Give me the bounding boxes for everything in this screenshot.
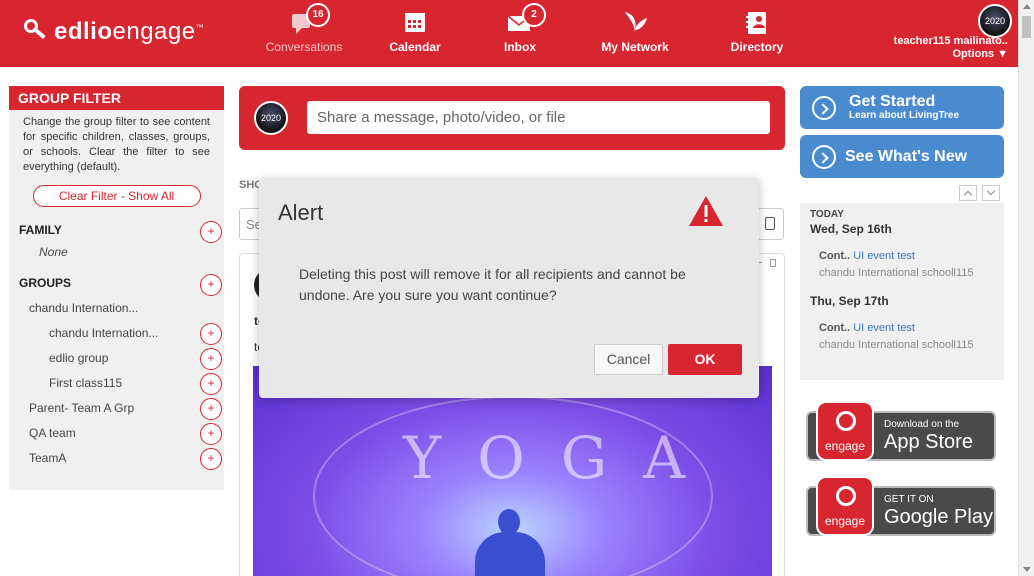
edlio-engage-logo[interactable]: edlioengage™ bbox=[22, 18, 204, 46]
conversations-badge: 16 bbox=[306, 3, 330, 27]
group-item[interactable]: chandu Internation... bbox=[49, 326, 158, 340]
event-date: Wed, Sep 16th bbox=[810, 222, 892, 236]
page-scrollbar[interactable] bbox=[1018, 0, 1034, 576]
cancel-button[interactable]: Cancel bbox=[594, 344, 663, 375]
document-icon[interactable] bbox=[765, 217, 775, 230]
whats-new-title: See What's New bbox=[845, 148, 968, 165]
options-dropdown[interactable]: Options ▼ bbox=[953, 48, 1009, 60]
logo-mark-icon bbox=[22, 19, 48, 45]
groups-section-title: GROUPS bbox=[19, 276, 72, 290]
nav-inbox[interactable]: 2 Inbox bbox=[465, 3, 575, 54]
group-item[interactable]: chandu Internation... bbox=[29, 301, 138, 315]
add-group-button[interactable]: + bbox=[200, 323, 222, 345]
share-composer: 2020 Share a message, photo/video, or fi… bbox=[239, 86, 998, 150]
address-book-icon bbox=[741, 8, 773, 36]
upcoming-events-panel: TODAY Wed, Sep 16th Cont.. UI event test… bbox=[800, 203, 1004, 380]
calendar-icon bbox=[399, 8, 431, 36]
group-item[interactable]: Parent- Team A Grp bbox=[29, 401, 134, 415]
arrow-circle-icon bbox=[812, 96, 836, 120]
event-title-link[interactable]: UI event test bbox=[853, 250, 915, 262]
user-avatar[interactable]: 2020 bbox=[978, 4, 1012, 38]
add-groups-button[interactable]: + bbox=[200, 274, 222, 296]
alert-title: Alert bbox=[278, 200, 324, 225]
whats-new-button[interactable]: See What's New bbox=[800, 135, 1004, 178]
group-item[interactable]: QA team bbox=[29, 426, 76, 440]
warning-triangle-icon bbox=[689, 196, 723, 226]
nav-my-network[interactable]: My Network bbox=[580, 8, 690, 54]
scrollbar-thumb[interactable] bbox=[1022, 16, 1031, 38]
top-navigation-bar: edlioengage™ 16 Conversations Calendar 2… bbox=[0, 0, 1018, 67]
user-name: teacher115 mailinato.. bbox=[893, 35, 1008, 47]
event-prefix: Cont.. bbox=[819, 250, 851, 262]
clear-filter-button[interactable]: Clear Filter - Show All bbox=[32, 185, 201, 207]
post-pin-icon[interactable] bbox=[770, 259, 776, 267]
nav-label: Inbox bbox=[504, 40, 536, 54]
scroll-up-arrow-icon[interactable] bbox=[1023, 4, 1031, 9]
events-next-button[interactable] bbox=[982, 185, 1000, 201]
add-group-button[interactable]: + bbox=[200, 373, 222, 395]
group-item[interactable]: TeamA bbox=[29, 451, 66, 465]
today-label: TODAY bbox=[810, 209, 844, 220]
group-item[interactable]: First class115 bbox=[49, 376, 122, 390]
get-started-button[interactable]: Get Started Learn about LivingTree bbox=[800, 86, 1004, 129]
add-group-button[interactable]: + bbox=[200, 448, 222, 470]
google-play-line1: GET IT ON bbox=[884, 494, 934, 505]
scroll-down-arrow-icon[interactable] bbox=[1023, 567, 1031, 572]
alert-dialog: Alert Deleting this post will remove it … bbox=[259, 178, 759, 398]
app-store-line1: Download on the bbox=[884, 419, 960, 430]
events-prev-button[interactable] bbox=[959, 185, 977, 201]
logo-text: edlioengage™ bbox=[54, 18, 205, 45]
group-filter-panel: GROUP FILTER Change the group filter to … bbox=[9, 86, 224, 490]
leaf-icon bbox=[619, 8, 651, 36]
share-message-input[interactable]: Share a message, photo/video, or file bbox=[307, 101, 770, 134]
nav-label: Calendar bbox=[389, 40, 441, 54]
nav-label: Conversations bbox=[265, 40, 343, 54]
nav-label: My Network bbox=[601, 40, 669, 54]
google-play-line2: Google Play bbox=[884, 506, 993, 528]
app-store-badge[interactable]: engage Download on the App Store bbox=[806, 401, 996, 461]
event-school: chandu International schooll115 bbox=[819, 267, 974, 279]
event-prefix: Cont.. bbox=[819, 322, 851, 334]
add-group-button[interactable]: + bbox=[200, 398, 222, 420]
group-filter-description: Change the group filter to see content f… bbox=[23, 116, 210, 173]
image-yoga-text: YOGA bbox=[403, 424, 722, 492]
app-store-line2: App Store bbox=[884, 431, 973, 453]
family-none-label: None bbox=[39, 245, 68, 259]
event-school: chandu International schooll115 bbox=[819, 339, 974, 351]
ok-button[interactable]: OK bbox=[668, 344, 742, 375]
nav-calendar[interactable]: Calendar bbox=[360, 8, 470, 54]
get-started-subtitle: Learn about LivingTree bbox=[849, 110, 960, 121]
event-item[interactable]: Cont.. UI event test bbox=[819, 250, 915, 262]
event-item[interactable]: Cont.. UI event test bbox=[819, 322, 915, 334]
chat-bubble-icon: 16 bbox=[288, 3, 330, 36]
meditating-figure-body bbox=[475, 532, 545, 576]
arrow-circle-icon bbox=[812, 145, 836, 169]
group-item[interactable]: edlio group bbox=[49, 351, 108, 365]
engage-app-icon: engage bbox=[816, 401, 874, 461]
nav-conversations[interactable]: 16 Conversations bbox=[249, 3, 359, 54]
envelope-icon: 2 bbox=[504, 3, 546, 36]
family-section-title: FAMILY bbox=[19, 223, 62, 237]
get-started-title: Get Started bbox=[849, 93, 936, 110]
nav-label: Directory bbox=[730, 40, 784, 54]
alert-message: Deleting this post will remove it for al… bbox=[299, 266, 686, 303]
add-family-button[interactable]: + bbox=[200, 221, 222, 243]
add-group-button[interactable]: + bbox=[200, 348, 222, 370]
group-filter-title: GROUP FILTER bbox=[9, 86, 224, 110]
engage-app-icon: engage bbox=[816, 476, 874, 536]
event-date: Thu, Sep 17th bbox=[810, 294, 889, 308]
event-title-link[interactable]: UI event test bbox=[853, 322, 915, 334]
nav-directory[interactable]: Directory bbox=[702, 8, 812, 54]
add-group-button[interactable]: + bbox=[200, 423, 222, 445]
inbox-badge: 2 bbox=[522, 3, 546, 27]
composer-avatar: 2020 bbox=[254, 101, 288, 135]
google-play-badge[interactable]: engage GET IT ON Google Play bbox=[806, 476, 996, 536]
